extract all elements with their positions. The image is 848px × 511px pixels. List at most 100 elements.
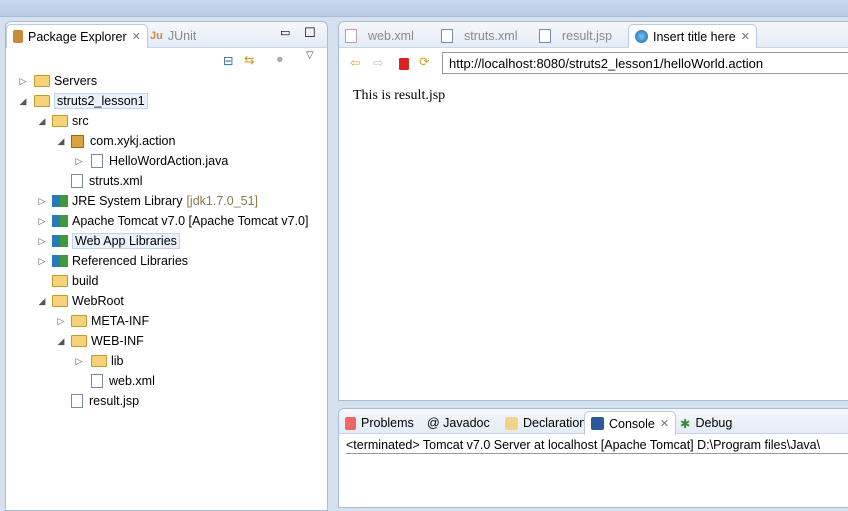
problems-icon — [345, 416, 356, 430]
tab-junit[interactable]: Ju JUnit — [144, 24, 202, 48]
tab-declaration[interactable]: Declaration — [499, 411, 592, 435]
library-icon — [52, 215, 68, 227]
package-explorer-icon — [13, 30, 23, 43]
filter-icon[interactable]: ● — [276, 52, 284, 66]
link-with-editor-icon[interactable]: ⇆ — [244, 52, 254, 67]
collapse-all-icon[interactable]: ⊟ — [223, 53, 233, 68]
tab-label: result.jsp — [562, 29, 613, 43]
close-icon[interactable]: ✕ — [741, 30, 750, 43]
url-input[interactable] — [442, 52, 848, 74]
tree-item[interactable]: ▷ JRE System Library [jdk1.7.0_51] — [6, 191, 327, 211]
xml-file-icon — [91, 374, 103, 388]
jsp-file-icon — [71, 394, 83, 408]
tree-item[interactable]: ◢ struts2_lesson1 — [6, 91, 327, 111]
tree-item-label: Servers — [54, 74, 98, 88]
collapsed-arrow-icon[interactable]: ▷ — [37, 236, 47, 247]
tree-item-label: src — [72, 114, 89, 128]
view-menu-icon[interactable]: ▽ — [306, 50, 314, 61]
collapsed-arrow-icon[interactable]: ▷ — [18, 76, 28, 87]
expanded-arrow-icon[interactable]: ◢ — [18, 96, 28, 107]
tree-item[interactable]: web.xml — [6, 371, 327, 391]
tab-label: JUnit — [167, 29, 197, 43]
maximize-icon[interactable]: ☐ — [304, 25, 316, 41]
tree-item[interactable]: result.jsp — [6, 391, 327, 411]
tab-web-xml[interactable]: web.xml — [339, 24, 420, 48]
tab-javadoc[interactable]: @ Javadoc — [421, 411, 496, 435]
console-icon — [591, 417, 604, 430]
minimize-icon[interactable]: ▭ — [280, 26, 290, 39]
globe-icon — [635, 30, 648, 43]
tab-label: Problems — [361, 416, 414, 430]
xml-file-icon — [345, 29, 357, 43]
tab-problems[interactable]: Problems — [339, 411, 420, 435]
tab-browser[interactable]: Insert title here ✕ — [628, 24, 757, 48]
bottom-panel: Problems @ Javadoc Declaration Console ✕ … — [338, 408, 848, 508]
expanded-arrow-icon[interactable]: ◢ — [56, 136, 66, 147]
xml-file-icon — [71, 174, 83, 188]
tree-item[interactable]: ◢ WebRoot — [6, 291, 327, 311]
refresh-icon[interactable]: ⟳ — [419, 54, 429, 69]
editor-panel: web.xml struts.xml result.jsp Insert tit… — [338, 21, 848, 401]
collapsed-arrow-icon[interactable]: ▷ — [37, 256, 47, 267]
tree-item-label: lib — [111, 354, 124, 368]
tree-item-label: WebRoot — [72, 294, 124, 308]
library-icon — [52, 195, 68, 207]
source-folder-icon — [52, 115, 68, 127]
collapsed-arrow-icon[interactable]: ▷ — [37, 196, 47, 207]
expanded-arrow-icon[interactable]: ◢ — [37, 116, 47, 127]
xml-file-icon — [441, 29, 453, 43]
tree-item[interactable]: ◢ com.xykj.action — [6, 131, 327, 151]
expanded-arrow-icon[interactable]: ◢ — [37, 296, 47, 307]
collapsed-arrow-icon[interactable]: ▷ — [56, 316, 66, 327]
folder-icon — [34, 75, 50, 87]
tree-item[interactable]: ▷ lib — [6, 351, 327, 371]
tab-debug[interactable]: ✱ Debug — [674, 411, 738, 435]
tab-struts-xml[interactable]: struts.xml — [435, 24, 523, 48]
collapsed-arrow-icon[interactable]: ▷ — [74, 356, 84, 367]
jsp-file-icon — [539, 29, 551, 43]
tab-label: Console — [609, 416, 655, 431]
project-icon — [34, 95, 50, 107]
tree-item[interactable]: ▷ Web App Libraries — [6, 231, 327, 251]
forward-icon[interactable]: ⇨ — [373, 55, 383, 70]
tree-item[interactable]: ▷ Apache Tomcat v7.0 [Apache Tomcat v7.0] — [6, 211, 327, 231]
tree-item[interactable]: ▷ HelloWordAction.java — [6, 151, 327, 171]
left-tabbar: Package Explorer ✕ Ju JUnit ▭ ☐ — [6, 22, 327, 48]
folder-icon — [52, 275, 68, 287]
tree-item-label: WEB-INF — [91, 334, 144, 348]
close-icon[interactable]: ✕ — [132, 30, 141, 43]
tree-item-label: Apache Tomcat v7.0 [Apache Tomcat v7.0] — [72, 214, 309, 228]
tab-label: Declaration — [523, 416, 587, 430]
tab-label: Insert title here — [653, 29, 736, 44]
editor-tabbar: web.xml struts.xml result.jsp Insert tit… — [339, 22, 848, 48]
back-icon[interactable]: ⇦ — [350, 55, 360, 70]
main-toolbar — [0, 0, 848, 17]
tree-item-label: result.jsp — [89, 394, 140, 408]
folder-icon — [71, 315, 87, 327]
tab-package-explorer[interactable]: Package Explorer ✕ — [6, 24, 148, 48]
tree-item[interactable]: ▷ META-INF — [6, 311, 327, 331]
close-icon[interactable]: ✕ — [660, 417, 669, 430]
expanded-arrow-icon[interactable]: ◢ — [56, 336, 66, 347]
tree-item[interactable]: struts.xml — [6, 171, 327, 191]
tab-label: @ Javadoc — [427, 416, 490, 430]
tree-item[interactable]: ◢ src — [6, 111, 327, 131]
collapsed-arrow-icon[interactable]: ▷ — [74, 156, 84, 167]
tree-item-label: web.xml — [109, 374, 155, 388]
tree-item[interactable]: ◢ WEB-INF — [6, 331, 327, 351]
tab-console[interactable]: Console ✕ — [584, 411, 677, 435]
stop-icon[interactable] — [399, 58, 409, 70]
tab-result-jsp[interactable]: result.jsp — [533, 24, 618, 48]
tab-label: Package Explorer — [28, 29, 127, 44]
tree-item-label: struts2_lesson1 — [54, 93, 148, 109]
tree-item[interactable]: ▷ Referenced Libraries — [6, 251, 327, 271]
tree-item[interactable]: build — [6, 271, 327, 291]
tree-item[interactable]: ▷ Servers — [6, 71, 327, 91]
tab-label: web.xml — [368, 29, 414, 43]
package-icon — [71, 134, 84, 148]
tree-item-suffix: [jdk1.7.0_51] — [186, 194, 259, 208]
collapsed-arrow-icon[interactable]: ▷ — [37, 216, 47, 227]
debug-bug-icon: ✱ — [680, 416, 691, 431]
tree-item-label: HelloWordAction.java — [109, 154, 229, 168]
library-icon — [52, 255, 68, 267]
